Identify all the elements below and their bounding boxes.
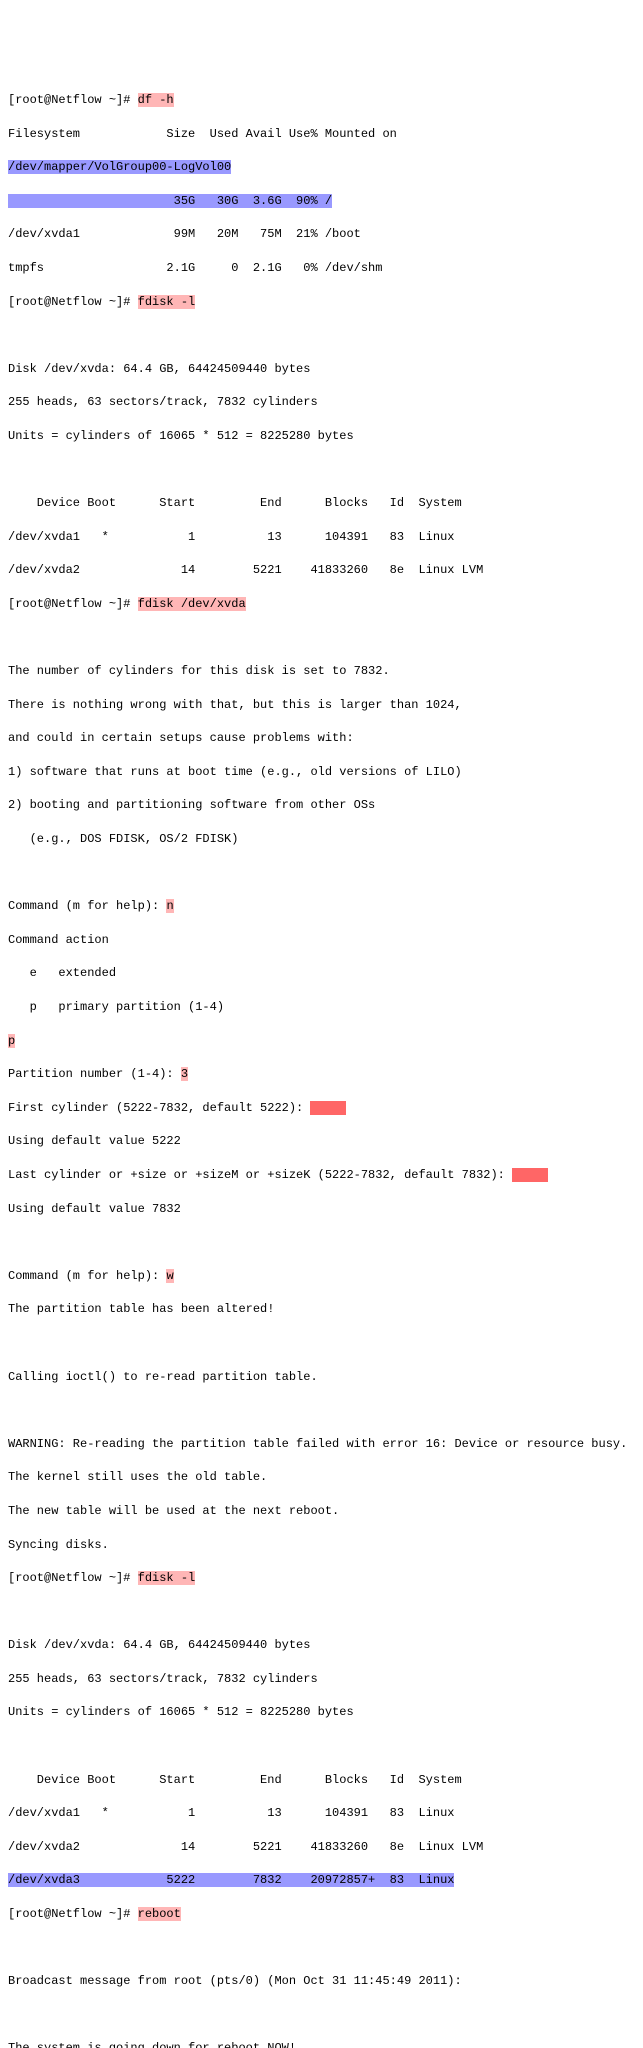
command-fdisk-l: fdisk -l [138,295,196,309]
fdisk-partition-1: /dev/xvda1 * 1 13 104391 83 Linux [8,529,643,546]
broadcast-message: Broadcast message from root (pts/0) (Mon… [8,1973,643,1990]
fdisk-default-value: Using default value 5222 [8,1133,643,1150]
fdisk-reread-warning: The new table will be used at the next r… [8,1503,643,1520]
fdisk-action-primary: p primary partition (1-4) [8,999,643,1016]
command-fdisk-l: fdisk -l [138,1571,196,1585]
fdisk-action-extended: e extended [8,965,643,982]
fdisk-first-cyl-prompt: First cylinder (5222-7832, default 5222)… [8,1101,310,1115]
df-lvm-device: /dev/mapper/VolGroup00-LogVol00 [8,160,231,174]
fdisk-units: Units = cylinders of 16065 * 512 = 82252… [8,428,643,445]
fdisk-partition-2: /dev/xvda2 14 5221 41833260 8e Linux LVM [8,1839,643,1856]
fdisk-warning: There is nothing wrong with that, but th… [8,697,643,714]
fdisk-input-3: 3 [181,1067,188,1081]
shell-prompt: [root@Netflow ~]# [8,295,138,309]
shell-prompt: [root@Netflow ~]# [8,93,138,107]
shell-prompt: [root@Netflow ~]# [8,1907,138,1921]
fdisk-reread-warning: WARNING: Re-reading the partition table … [8,1436,643,1453]
fdisk-input-n: n [166,899,173,913]
fdisk-ioctl: Calling ioctl() to re-read partition tab… [8,1369,643,1386]
fdisk-warning: The number of cylinders for this disk is… [8,663,643,680]
fdisk-warning: (e.g., DOS FDISK, OS/2 FDISK) [8,831,643,848]
shell-prompt: [root@Netflow ~]# [8,597,138,611]
fdisk-prompt: Command (m for help): [8,899,166,913]
fdisk-table-header: Device Boot Start End Blocks Id System [8,1772,643,1789]
fdisk-disk-info: Disk /dev/xvda: 64.4 GB, 64424509440 byt… [8,361,643,378]
fdisk-action-header: Command action [8,932,643,949]
command-fdisk-dev: fdisk /dev/xvda [138,597,246,611]
fdisk-geometry: 255 heads, 63 sectors/track, 7832 cylind… [8,1671,643,1688]
fdisk-table-header: Device Boot Start End Blocks Id System [8,495,643,512]
df-tmpfs: tmpfs 2.1G 0 2.1G 0% /dev/shm [8,260,643,277]
fdisk-warning: 1) software that runs at boot time (e.g.… [8,764,643,781]
fdisk-input-blank [512,1168,548,1182]
fdisk-input-p: p [8,1034,15,1048]
fdisk-input-blank [310,1101,346,1115]
command-reboot: reboot [138,1907,181,1921]
fdisk-prompt: Command (m for help): [8,1269,166,1283]
fdisk-partition-2: /dev/xvda2 14 5221 41833260 8e Linux LVM [8,562,643,579]
fdisk-reread-warning: The kernel still uses the old table. [8,1469,643,1486]
fdisk-input-w: w [166,1269,173,1283]
fdisk-default-value: Using default value 7832 [8,1201,643,1218]
df-lvm-values: 35G 30G 3.6G 90% / [8,194,332,208]
fdisk-warning: and could in certain setups cause proble… [8,730,643,747]
df-xvda1: /dev/xvda1 99M 20M 75M 21% /boot [8,226,643,243]
fdisk-units: Units = cylinders of 16065 * 512 = 82252… [8,1704,643,1721]
shell-prompt: [root@Netflow ~]# [8,1571,138,1585]
fdisk-partition-1: /dev/xvda1 * 1 13 104391 83 Linux [8,1805,643,1822]
fdisk-geometry: 255 heads, 63 sectors/track, 7832 cylind… [8,394,643,411]
command-df: df -h [138,93,174,107]
fdisk-syncing: Syncing disks. [8,1537,643,1554]
fdisk-disk-info: Disk /dev/xvda: 64.4 GB, 64424509440 byt… [8,1637,643,1654]
fdisk-partition-3-new: /dev/xvda3 5222 7832 20972857+ 83 Linux [8,1873,454,1887]
fdisk-warning: 2) booting and partitioning software fro… [8,797,643,814]
fdisk-altered: The partition table has been altered! [8,1301,643,1318]
fdisk-partition-prompt: Partition number (1-4): [8,1067,181,1081]
fdisk-last-cyl-prompt: Last cylinder or +size or +sizeM or +siz… [8,1168,512,1182]
df-header: Filesystem Size Used Avail Use% Mounted … [8,126,643,143]
terminal-output: [root@Netflow ~]# df -h Filesystem Size … [8,75,643,2048]
reboot-notice: The system is going down for reboot NOW! [8,2040,643,2048]
